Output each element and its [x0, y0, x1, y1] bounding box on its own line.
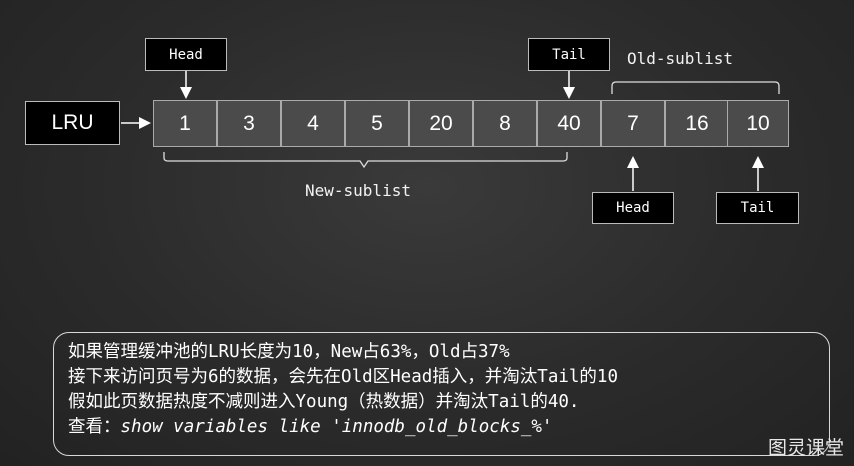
new-sublist-label: New-sublist: [305, 181, 411, 200]
note-line-4-code: show variables like 'innodb_old_blocks_%…: [120, 417, 553, 437]
lru-cell-4: 5: [345, 100, 409, 147]
lru-cell-2: 3: [217, 100, 281, 147]
lru-cell-7: 40: [537, 100, 601, 147]
new-tail-tag: Tail: [528, 38, 610, 71]
lru-cell-9: 16: [665, 100, 729, 147]
new-head-tag: Head: [145, 38, 227, 71]
note-line-3: 假如此页数据热度不减则进入Young（热数据）并淘汰Tail的40.: [68, 392, 580, 412]
old-sublist-brace: [611, 81, 780, 94]
note-line-4: 查看：show variables like 'innodb_old_block…: [68, 415, 829, 440]
old-tail-tag: Tail: [716, 192, 799, 224]
watermark: 图灵课堂: [767, 437, 844, 459]
old-sublist-label: Old-sublist: [627, 49, 733, 68]
explanation-note: 如果管理缓冲池的LRU长度为10，New占63%，Old占37% 接下来访问页号…: [53, 332, 830, 456]
note-line-2: 接下来访问页号为6的数据，会先在Old区Head插入，并淘汰Tail的10: [68, 367, 619, 387]
note-line-1: 如果管理缓冲池的LRU长度为10，New占63%，Old占37%: [68, 342, 510, 362]
lru-box: LRU: [25, 101, 120, 145]
lru-cell-5: 20: [409, 100, 473, 147]
note-line-4-prefix: 查看：: [68, 417, 121, 437]
lru-cell-10: 10: [727, 100, 789, 147]
lru-cell-1: 1: [153, 100, 217, 147]
lru-cell-6: 8: [473, 100, 537, 147]
lru-cell-3: 4: [281, 100, 345, 147]
lru-cell-8: 7: [601, 100, 665, 147]
new-sublist-brace: [163, 152, 568, 169]
old-head-tag: Head: [592, 192, 674, 224]
